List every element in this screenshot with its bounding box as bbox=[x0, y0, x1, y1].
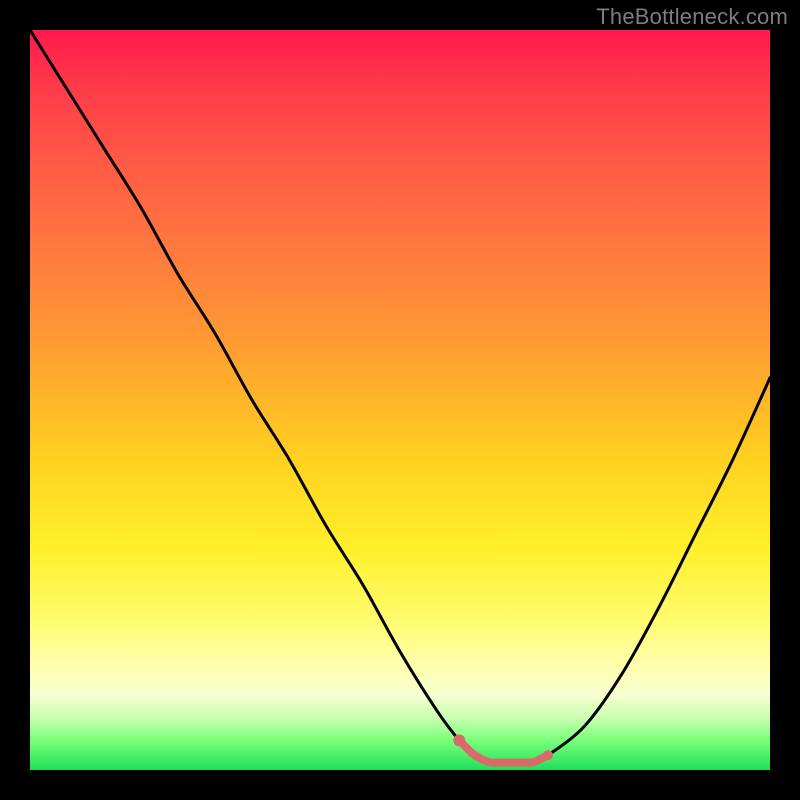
sweet-spot-highlight bbox=[453, 734, 553, 762]
chart-plot-area bbox=[30, 30, 770, 770]
sweet-spot-band bbox=[459, 740, 548, 762]
watermark-text: TheBottleneck.com bbox=[596, 4, 788, 30]
chart-svg-overlay bbox=[30, 30, 770, 770]
bottleneck-curve bbox=[30, 30, 770, 763]
sweet-spot-end-marker bbox=[543, 750, 553, 760]
chart-frame: TheBottleneck.com bbox=[0, 0, 800, 800]
curve-line bbox=[30, 30, 770, 763]
sweet-spot-start-marker bbox=[453, 734, 465, 746]
